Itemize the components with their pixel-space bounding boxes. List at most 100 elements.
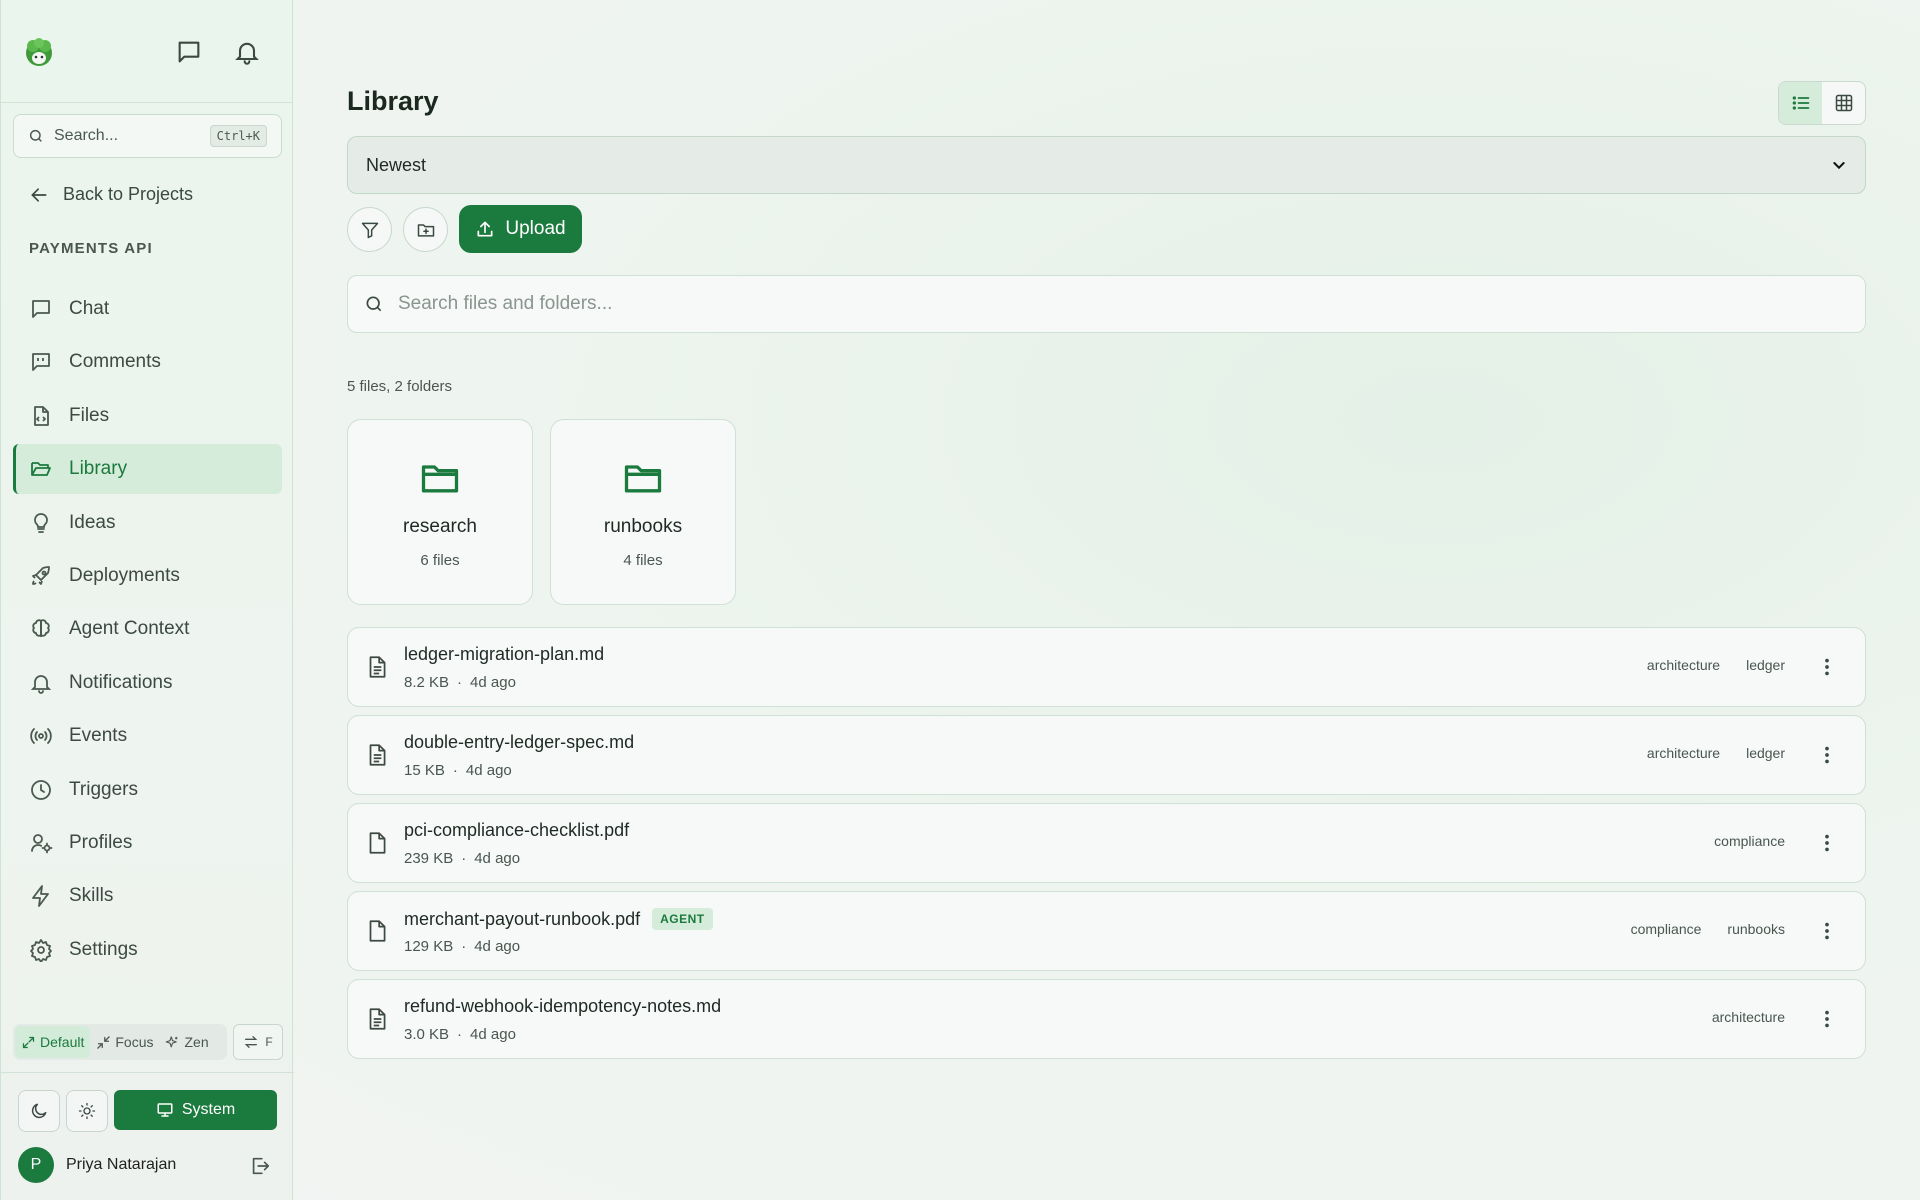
lightbulb-icon	[34, 512, 48, 533]
brain-icon	[32, 619, 50, 638]
sun-icon	[78, 1102, 96, 1120]
swap-arrows-icon	[245, 1036, 258, 1048]
file-tag[interactable]: architecture	[1712, 1009, 1785, 1025]
logout-icon[interactable]	[249, 1155, 271, 1177]
filter-button[interactable]	[347, 207, 392, 252]
swap-layout-button[interactable]: F	[233, 1024, 283, 1060]
file-age: 4d ago	[470, 1026, 516, 1043]
more-vertical-icon[interactable]	[1816, 920, 1838, 942]
sidebar-item-label: Library	[69, 458, 128, 480]
bell-icon[interactable]	[233, 38, 261, 66]
sidebar-item-skills[interactable]: Skills	[13, 871, 282, 921]
mode-zen-button[interactable]: Zen	[159, 1026, 214, 1058]
file-name: pci-compliance-checklist.pdf	[404, 820, 630, 840]
folder-name: runbooks	[603, 516, 683, 537]
more-vertical-icon[interactable]	[1816, 744, 1838, 766]
sidebar-item-deployments[interactable]: Deployments	[13, 551, 282, 601]
gear-icon	[30, 938, 52, 962]
grid-view-button[interactable]	[1822, 82, 1865, 124]
list-icon	[1792, 96, 1809, 110]
sidebar-item-ideas[interactable]: Ideas	[13, 498, 282, 548]
sidebar-item-label: Profiles	[69, 831, 133, 853]
sidebar-item-triggers[interactable]: Triggers	[13, 765, 282, 815]
document-icon	[369, 744, 386, 766]
file-tag[interactable]: runbooks	[1727, 921, 1785, 937]
sort-select[interactable]: Newest	[347, 136, 1866, 194]
file-tag[interactable]: architecture	[1647, 745, 1720, 761]
file-search-input[interactable]: Search files and folders...	[347, 275, 1866, 333]
file-list: ledger-migration-plan.md 8.2 KB · 4d ago a…	[347, 627, 1866, 1067]
new-folder-button[interactable]	[403, 207, 448, 252]
file-row[interactable]: merchant-payout-runbook.pdf AGENT 129 KB ·…	[347, 891, 1866, 971]
sidebar-item-comments[interactable]: Comments	[13, 337, 282, 387]
sidebar-header	[1, 0, 292, 103]
sidebar-item-label: Comments	[69, 351, 161, 373]
sidebar-item-label: Skills	[69, 885, 114, 907]
chat-bubble-icon[interactable]	[175, 38, 203, 66]
file-tags: architecture ledger	[1647, 745, 1785, 761]
sidebar-item-files[interactable]: Files	[13, 391, 282, 441]
file-tag[interactable]: compliance	[1714, 833, 1785, 849]
expand-icon	[22, 1036, 35, 1048]
more-vertical-icon[interactable]	[1816, 656, 1838, 678]
file-tags: compliance	[1714, 833, 1785, 849]
app-logo-icon[interactable]	[23, 36, 55, 68]
folder-name: research	[403, 516, 477, 537]
file-size: 15 KB	[404, 762, 445, 779]
file-tags: architecture	[1712, 1009, 1785, 1025]
sidebar-nav: Chat Comments Files Library Ideas Deploy…	[13, 284, 282, 978]
more-vertical-icon[interactable]	[1816, 832, 1838, 854]
sidebar-item-settings[interactable]: Settings	[13, 925, 282, 975]
file-row[interactable]: double-entry-ledger-spec.md 15 KB · 4d ago…	[347, 715, 1866, 795]
search-icon	[366, 296, 382, 312]
search-icon	[29, 129, 42, 142]
list-view-button[interactable]	[1779, 82, 1822, 124]
file-tag[interactable]: compliance	[1631, 921, 1702, 937]
file-tags: compliance runbooks	[1631, 921, 1785, 937]
back-to-projects-link[interactable]: Back to Projects	[29, 184, 193, 205]
user-profile[interactable]: P Priya Natarajan	[18, 1147, 176, 1183]
file-tag[interactable]: ledger	[1746, 657, 1785, 673]
document-icon	[369, 1008, 386, 1030]
file-meta: 8.2 KB · 4d ago	[404, 674, 516, 691]
chevron-down-icon	[1833, 162, 1845, 170]
upload-button[interactable]: Upload	[459, 205, 582, 253]
sidebar-item-chat[interactable]: Chat	[13, 284, 282, 334]
file-icon	[369, 832, 386, 854]
sidebar-item-label: Events	[69, 725, 128, 747]
rocket-icon	[32, 566, 50, 585]
upload-icon	[477, 221, 493, 237]
back-to-projects-label: Back to Projects	[63, 184, 194, 204]
sidebar-search[interactable]: Search... Ctrl+K	[13, 114, 282, 158]
sidebar-item-events[interactable]: Events	[13, 711, 282, 761]
system-theme-button[interactable]: System	[114, 1090, 277, 1130]
file-tags: architecture ledger	[1647, 657, 1785, 673]
sidebar-item-profiles[interactable]: Profiles	[13, 818, 282, 868]
sidebar-item-label: Notifications	[69, 671, 173, 693]
file-meta: 15 KB · 4d ago	[404, 762, 512, 779]
folder-icon	[624, 465, 662, 493]
sidebar-item-agent-context[interactable]: Agent Context	[13, 604, 282, 654]
mode-focus-button[interactable]: Focus	[90, 1026, 159, 1058]
sidebar-item-library[interactable]: Library	[13, 444, 282, 495]
file-row[interactable]: ledger-migration-plan.md 8.2 KB · 4d ago a…	[347, 627, 1866, 707]
search-placeholder: Search...	[54, 127, 119, 144]
file-tag[interactable]: architecture	[1647, 657, 1720, 673]
more-vertical-icon[interactable]	[1816, 1008, 1838, 1030]
folder-plus-icon	[417, 223, 434, 237]
dark-theme-button[interactable]	[18, 1090, 60, 1132]
file-row[interactable]: pci-compliance-checklist.pdf 239 KB · 4d a…	[347, 803, 1866, 883]
sort-value: Newest	[366, 154, 427, 175]
layout-mode-switcher: Default Focus Zen	[13, 1024, 227, 1060]
mode-default-button[interactable]: Default	[15, 1026, 91, 1058]
sidebar-item-notifications[interactable]: Notifications	[13, 658, 282, 708]
light-theme-button[interactable]	[66, 1090, 108, 1132]
file-row[interactable]: refund-webhook-idempotency-notes.md 3.0 …	[347, 979, 1866, 1059]
chat-icon	[32, 300, 50, 318]
sidebar-item-label: Deployments	[69, 564, 180, 586]
folder-card[interactable]: runbooks 4 files	[550, 419, 736, 605]
file-size: 8.2 KB	[404, 674, 450, 691]
file-tag[interactable]: ledger	[1746, 745, 1785, 761]
folder-card[interactable]: research 6 files	[347, 419, 533, 605]
swap-key-label: F	[265, 1035, 273, 1049]
